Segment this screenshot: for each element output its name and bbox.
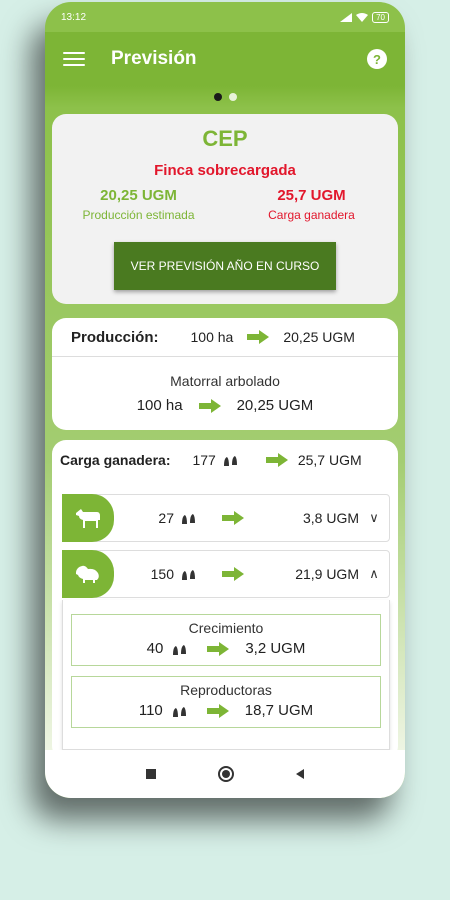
goat-icon bbox=[62, 494, 114, 542]
production-heading: Producción: bbox=[71, 328, 159, 346]
group-breeders: Reproductoras 110 18,7 UGM bbox=[71, 676, 381, 728]
production-label: Producción estimada bbox=[82, 208, 195, 222]
overload-alert: Finca sobrecargada bbox=[154, 162, 296, 179]
home-button[interactable] bbox=[218, 766, 234, 782]
content-area: CEP Finca sobrecargada 20,25 UGM Producc… bbox=[45, 108, 405, 760]
pig-icon bbox=[62, 550, 114, 598]
menu-icon[interactable] bbox=[63, 52, 85, 66]
chevron-down-icon[interactable]: ∨ bbox=[359, 510, 389, 526]
status-time: 13:12 bbox=[61, 11, 87, 23]
signal-icon bbox=[340, 12, 353, 22]
page-dot-2[interactable] bbox=[228, 93, 237, 101]
arrow-right-icon bbox=[222, 567, 244, 581]
production-value: 20,25 UGM bbox=[100, 187, 177, 204]
load-stat: 25,7 UGM Carga ganadera bbox=[225, 187, 398, 222]
chevron-up-icon[interactable]: ∧ bbox=[359, 566, 389, 582]
animal-row-goats[interactable]: 27 3,8 UGM ∨ bbox=[62, 494, 390, 542]
arrow-right-icon bbox=[206, 703, 229, 718]
page-title: Previsión bbox=[111, 48, 197, 69]
hooves-icon bbox=[182, 570, 195, 580]
animal-row-pigs[interactable]: 150 21,9 UGM ∧ bbox=[62, 550, 390, 598]
wifi-icon bbox=[356, 12, 369, 22]
arrow-right-icon bbox=[265, 453, 288, 467]
arrow-right-icon bbox=[207, 641, 230, 656]
help-icon[interactable]: ? bbox=[367, 49, 387, 69]
status-bar: 13:12 70 bbox=[45, 2, 405, 32]
vegetation-ugm: 20,25 UGM bbox=[236, 397, 314, 414]
divider bbox=[52, 356, 398, 357]
battery-icon: 70 bbox=[372, 11, 389, 23]
load-count: 177 bbox=[192, 452, 216, 468]
page-indicator bbox=[45, 86, 405, 108]
arrow-right-icon bbox=[198, 398, 221, 413]
hooves-icon bbox=[223, 456, 237, 466]
group-ugm: 18,7 UGM bbox=[244, 702, 314, 719]
recents-button[interactable] bbox=[146, 769, 156, 779]
group-ugm: 3,2 UGM bbox=[245, 640, 306, 657]
back-button[interactable] bbox=[296, 769, 304, 779]
app-bar: Previsión ? bbox=[45, 32, 405, 86]
load-heading: Carga ganadera: bbox=[60, 452, 171, 468]
phone-frame: 13:12 70 Previsión ? CEP Finca sobrecarg… bbox=[45, 2, 405, 798]
load-card: Carga ganadera: 177 25,7 UGM 27 3,8 UGM … bbox=[52, 440, 398, 760]
load-value: 25,7 UGM bbox=[277, 187, 346, 204]
animal-count: 150 bbox=[150, 566, 174, 582]
production-ugm: 20,25 UGM bbox=[283, 329, 355, 345]
production-card: Producción: 100 ha 20,25 UGM Matorral ar… bbox=[52, 318, 398, 430]
hooves-icon bbox=[173, 644, 187, 655]
summary-card: CEP Finca sobrecargada 20,25 UGM Producc… bbox=[52, 114, 398, 304]
arrow-right-icon bbox=[247, 330, 270, 344]
arrow-right-icon bbox=[222, 511, 244, 525]
group-name: Reproductoras bbox=[180, 682, 272, 698]
load-ugm: 25,7 UGM bbox=[297, 452, 362, 468]
animal-ugm: 3,8 UGM bbox=[302, 510, 359, 526]
hooves-icon bbox=[182, 514, 195, 524]
hooves-icon bbox=[172, 706, 186, 717]
production-area: 100 ha bbox=[190, 329, 234, 345]
group-count: 110 bbox=[138, 702, 163, 719]
production-stat: 20,25 UGM Producción estimada bbox=[52, 187, 225, 222]
vegetation-area: 100 ha bbox=[136, 397, 183, 414]
view-forecast-button[interactable]: VER PREVISIÓN AÑO EN CURSO bbox=[114, 242, 336, 290]
android-nav-bar bbox=[45, 750, 405, 798]
load-label: Carga ganadera bbox=[268, 208, 355, 222]
pig-groups-panel: Crecimiento 40 3,2 UGM Reproductoras 110 bbox=[62, 600, 390, 750]
page-dot-1[interactable] bbox=[213, 93, 222, 101]
group-growth: Crecimiento 40 3,2 UGM bbox=[71, 614, 381, 666]
group-name: Crecimiento bbox=[188, 620, 264, 636]
animal-count: 27 bbox=[158, 510, 174, 526]
animal-ugm: 21,9 UGM bbox=[295, 566, 359, 582]
farm-code: CEP bbox=[202, 126, 248, 151]
vegetation-name: Matorral arbolado bbox=[170, 373, 280, 389]
group-count: 40 bbox=[146, 640, 164, 657]
